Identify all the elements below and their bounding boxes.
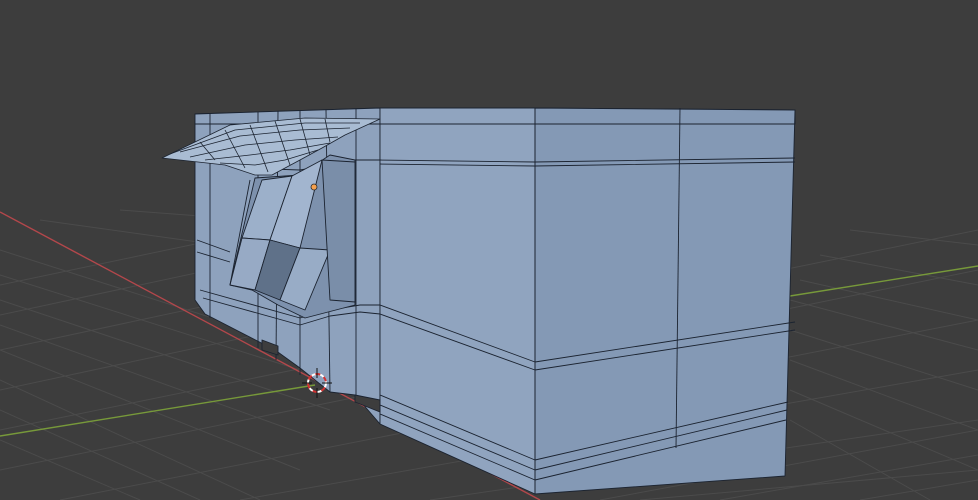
- object-origin-icon[interactable]: [310, 183, 318, 191]
- mesh-face-right: [534, 107, 796, 495]
- 3d-viewport[interactable]: [0, 0, 978, 500]
